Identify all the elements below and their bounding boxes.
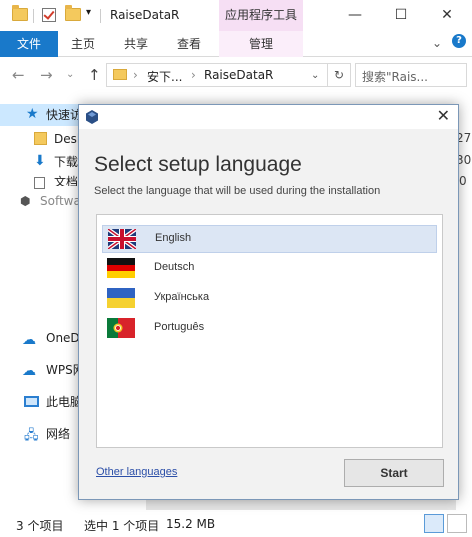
tab-home[interactable]: 主页 bbox=[71, 31, 95, 57]
language-list[interactable]: English Deutsch Українська Português bbox=[96, 214, 443, 448]
language-name: English bbox=[155, 232, 192, 244]
dialog-title-bar: ✕ bbox=[79, 105, 458, 129]
maximize-button[interactable]: ☐ bbox=[378, 0, 424, 31]
german-flag-icon bbox=[107, 258, 135, 278]
tab-share[interactable]: 共享 bbox=[124, 31, 148, 57]
network-icon: 🖧 bbox=[24, 428, 39, 443]
portugal-flag-icon bbox=[107, 318, 135, 338]
breadcrumb-separator-icon: › bbox=[191, 68, 196, 82]
app-logo-icon bbox=[86, 110, 98, 124]
address-bar-row: ← → ⌄ ↑ › 安下... › RaiseDataR ⌄ ↻ 搜索"Rais… bbox=[0, 57, 472, 93]
title-bar: ▾ RaiseDataR 应用程序工具 — ☐ ✕ bbox=[0, 0, 472, 31]
search-placeholder: 搜索"Rais... bbox=[362, 70, 428, 84]
folder-icon bbox=[12, 5, 28, 24]
language-name: Deutsch bbox=[154, 261, 195, 273]
nav-label: OneD bbox=[46, 331, 80, 345]
forward-arrow-icon[interactable]: → bbox=[40, 66, 53, 84]
nav-label: 网络 bbox=[46, 427, 71, 441]
app-icon: ⬢ bbox=[20, 194, 31, 208]
nav-label: 此电脑 bbox=[46, 395, 83, 409]
selected-size: 15.2 MB bbox=[166, 517, 216, 531]
ribbon-tabs: 文件 主页 共享 查看 管理 ⌄ ? bbox=[0, 31, 472, 57]
divider bbox=[33, 9, 34, 23]
download-icon: ⬇ bbox=[34, 153, 46, 169]
help-icon[interactable]: ? bbox=[452, 34, 466, 48]
start-button[interactable]: Start bbox=[344, 459, 444, 487]
properties-check-icon[interactable] bbox=[42, 8, 56, 24]
expand-ribbon-icon[interactable]: ⌄ bbox=[432, 36, 442, 50]
computer-icon bbox=[24, 396, 39, 407]
recent-locations-icon[interactable]: ⌄ bbox=[66, 69, 74, 80]
refresh-button[interactable]: ↻ bbox=[327, 63, 351, 87]
customize-quick-access-icon[interactable]: ▾ bbox=[86, 7, 91, 23]
language-option-portuguese[interactable]: Português bbox=[102, 315, 437, 343]
language-name: Português bbox=[154, 321, 205, 333]
divider bbox=[100, 9, 101, 23]
item-count: 3 个项目 bbox=[16, 519, 64, 533]
dialog-close-button[interactable]: ✕ bbox=[437, 106, 450, 125]
breadcrumb-separator-icon: › bbox=[133, 68, 138, 82]
nav-label: 快速访 bbox=[46, 108, 83, 122]
minimize-button[interactable]: — bbox=[332, 0, 378, 31]
breadcrumb-parent[interactable]: 安下... bbox=[147, 68, 182, 85]
new-folder-icon[interactable] bbox=[65, 5, 81, 24]
dialog-heading: Select setup language bbox=[94, 153, 302, 176]
cloud-icon: ☁ bbox=[22, 332, 36, 348]
uk-flag-icon bbox=[108, 229, 136, 249]
tab-manage[interactable]: 管理 bbox=[219, 31, 303, 57]
tab-file[interactable]: 文件 bbox=[0, 31, 58, 57]
tab-view[interactable]: 查看 bbox=[177, 31, 201, 57]
nav-label: 文档 bbox=[54, 175, 79, 186]
setup-language-dialog: ✕ Select setup language Select the langu… bbox=[78, 104, 459, 500]
window-title: RaiseDataR bbox=[110, 8, 180, 22]
document-icon bbox=[34, 177, 45, 189]
search-input[interactable]: 搜索"Rais... bbox=[355, 63, 467, 87]
close-button[interactable]: ✕ bbox=[424, 0, 470, 31]
details-view-icon[interactable] bbox=[424, 514, 444, 533]
folder-icon bbox=[113, 69, 127, 80]
dialog-subheading: Select the language that will be used du… bbox=[94, 185, 381, 197]
other-languages-link[interactable]: Other languages bbox=[96, 466, 177, 478]
up-arrow-icon[interactable]: ↑ bbox=[88, 66, 101, 84]
selected-count: 选中 1 个项目 bbox=[84, 519, 160, 533]
language-name: Українська bbox=[154, 291, 210, 303]
file-explorer-window: ▾ RaiseDataR 应用程序工具 — ☐ ✕ 文件 主页 共享 查看 管理… bbox=[0, 0, 472, 537]
language-option-ukrainian[interactable]: Українська bbox=[102, 285, 437, 313]
folder-icon bbox=[34, 132, 47, 145]
star-icon: ★ bbox=[26, 106, 39, 122]
nav-label: Softwa bbox=[40, 194, 81, 208]
nav-label: 下载 bbox=[54, 155, 79, 169]
language-option-english[interactable]: English bbox=[102, 225, 437, 253]
large-icons-view-icon[interactable] bbox=[447, 514, 467, 533]
ukraine-flag-icon bbox=[107, 288, 135, 308]
back-arrow-icon[interactable]: ← bbox=[12, 66, 25, 84]
application-tools-tab[interactable]: 应用程序工具 bbox=[219, 0, 303, 31]
cloud-icon: ☁ bbox=[22, 363, 36, 379]
breadcrumb-current[interactable]: RaiseDataR bbox=[204, 68, 273, 82]
language-option-deutsch[interactable]: Deutsch bbox=[102, 255, 437, 283]
status-bar: 3 个项目 选中 1 个项目 15.2 MB bbox=[0, 512, 472, 537]
address-dropdown-icon[interactable]: ⌄ bbox=[311, 70, 319, 81]
column-value: 0 bbox=[459, 174, 467, 188]
address-field[interactable]: › 安下... › RaiseDataR ⌄ bbox=[106, 63, 328, 87]
